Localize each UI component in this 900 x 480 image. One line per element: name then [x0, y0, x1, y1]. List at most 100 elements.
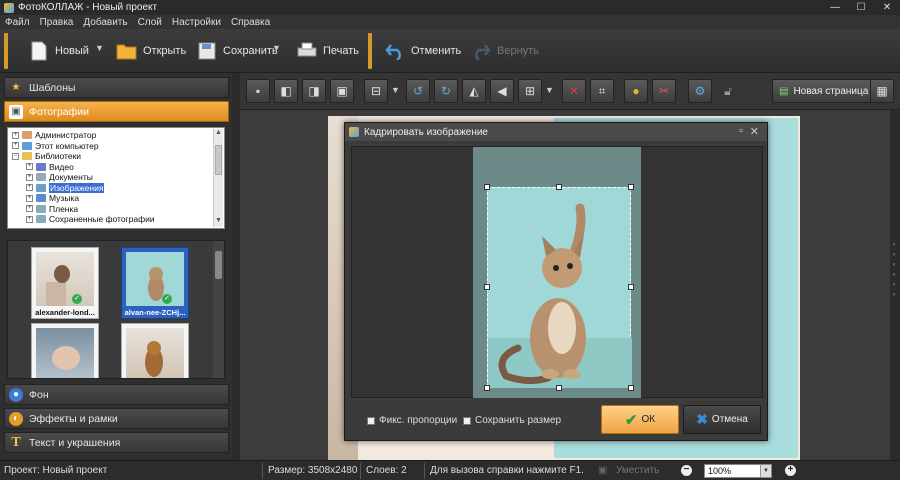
- bring-to-front-icon[interactable]: ▣: [330, 79, 354, 103]
- keep-size-checkbox[interactable]: Сохранить размер: [463, 415, 561, 426]
- menu-add[interactable]: Добавить: [78, 17, 132, 28]
- thumbnail[interactable]: ✓ alvan-nee-ZCHj...: [121, 247, 189, 319]
- flip-vertical-icon[interactable]: ◀: [490, 79, 514, 103]
- color-adjust-icon[interactable]: ●: [624, 79, 648, 103]
- distribute-icon[interactable]: ⊞: [518, 79, 542, 103]
- thumbnail[interactable]: ✓ alexander-lond...: [31, 247, 99, 319]
- toolbar-separator: [368, 33, 372, 69]
- checkbox-box[interactable]: [367, 416, 375, 425]
- save-dropdown-icon[interactable]: ▼: [272, 43, 281, 53]
- cut-icon[interactable]: ✂: [652, 79, 676, 103]
- crop-handle[interactable]: [556, 184, 562, 190]
- crop-frame[interactable]: [487, 187, 632, 388]
- menu-settings[interactable]: Настройки: [167, 17, 226, 28]
- send-to-back-icon[interactable]: ▪: [246, 79, 270, 103]
- cancel-button[interactable]: ✖ Отмена: [683, 405, 761, 434]
- redo-button[interactable]: Вернуть: [470, 35, 539, 67]
- templates-section[interactable]: ★ Шаблоны: [4, 77, 229, 98]
- crop-handle[interactable]: [628, 284, 634, 290]
- tree-item[interactable]: + Видео: [26, 162, 74, 173]
- tree-item[interactable]: + Пленка: [26, 204, 78, 215]
- dialog-close-icon[interactable]: ✕: [750, 125, 759, 138]
- tree-item[interactable]: + Сохраненные фотографии: [26, 214, 155, 225]
- crop-image[interactable]: [473, 147, 641, 398]
- crop-handle[interactable]: [484, 284, 490, 290]
- check-icon: ✓: [162, 294, 172, 304]
- send-backward-icon[interactable]: ◧: [274, 79, 298, 103]
- scroll-thumb[interactable]: [215, 251, 222, 279]
- align-icon[interactable]: ⊟: [364, 79, 388, 103]
- thumbnail[interactable]: [121, 323, 189, 378]
- fit-label[interactable]: Уместить: [616, 465, 659, 476]
- tree-item-label: Видео: [49, 161, 74, 172]
- settings-gear-icon[interactable]: ⚙: [688, 79, 712, 103]
- tree-item[interactable]: + Музыка: [26, 193, 79, 204]
- collapse-icon[interactable]: −: [12, 152, 19, 160]
- expand-icon[interactable]: +: [26, 215, 33, 223]
- crop-icon[interactable]: ⌗: [590, 79, 614, 103]
- open-button[interactable]: Открыть: [116, 35, 186, 67]
- dialog-maximize-icon[interactable]: ▫: [739, 125, 743, 137]
- zoom-select[interactable]: 100% ▼: [704, 464, 772, 478]
- effects-section[interactable]: ◐ Эффекты и рамки: [4, 408, 229, 429]
- print-button[interactable]: Печать: [296, 35, 359, 67]
- text-section[interactable]: T Текст и украшения: [4, 432, 229, 453]
- scroll-thumb[interactable]: [215, 145, 222, 175]
- expand-icon[interactable]: +: [26, 184, 33, 192]
- crop-handle[interactable]: [628, 184, 634, 190]
- tree-item[interactable]: + Администратор: [12, 130, 96, 141]
- crop-handle[interactable]: [484, 184, 490, 190]
- page-settings-icon[interactable]: ▦: [870, 79, 894, 103]
- tree-item[interactable]: − Библиотеки: [12, 151, 81, 162]
- expand-icon[interactable]: +: [26, 205, 33, 213]
- expand-icon[interactable]: +: [26, 163, 33, 171]
- bring-forward-icon[interactable]: ◨: [302, 79, 326, 103]
- rotate-right-icon[interactable]: ↻: [434, 79, 458, 103]
- checkbox-box[interactable]: [463, 416, 471, 425]
- thumbnail[interactable]: [31, 323, 99, 378]
- menu-layer[interactable]: Слой: [133, 17, 167, 28]
- maximize-button[interactable]: ☐: [848, 0, 874, 15]
- tree-scrollbar[interactable]: ▲ ▼: [213, 129, 223, 227]
- tree-item[interactable]: + Документы: [26, 172, 93, 183]
- crop-handle[interactable]: [484, 385, 490, 391]
- lock-icon[interactable]: 🔓︎: [716, 79, 740, 103]
- tree-item-label: Сохраненные фотографии: [49, 214, 155, 225]
- menu-file[interactable]: Файл: [0, 17, 35, 28]
- background-section[interactable]: ● Фон: [4, 384, 229, 405]
- photos-section[interactable]: ▣ Фотографии: [4, 101, 229, 122]
- tree-item[interactable]: + Изображения: [26, 182, 105, 194]
- collapse-icon[interactable]: +: [12, 131, 19, 139]
- crop-handle[interactable]: [628, 385, 634, 391]
- zoom-dropdown-icon[interactable]: ▼: [760, 465, 771, 477]
- edit-toolbar: ▪ ◧ ◨ ▣ ⊟ ▼ ↺ ↻ ◭ ◀ ⊞ ▼ ✕ ⌗ ● ✂ ⚙ 🔓︎ ▤ Н…: [240, 73, 900, 110]
- ok-button[interactable]: ✔ ОК: [601, 405, 679, 434]
- undo-button[interactable]: Отменить: [384, 35, 461, 67]
- panel-toggle-arrows[interactable]: ‹ ‹ ‹ ‹ ‹ ‹: [890, 240, 898, 300]
- scroll-down-icon[interactable]: ▼: [214, 217, 223, 227]
- rotate-left-icon[interactable]: ↺: [406, 79, 430, 103]
- expand-icon[interactable]: +: [26, 194, 33, 202]
- new-button[interactable]: Новый: [28, 35, 89, 67]
- tree-item[interactable]: + Этот компьютер: [12, 141, 99, 152]
- folder-tree: + Администратор + Этот компьютер − Библиоте…: [7, 127, 225, 229]
- delete-icon[interactable]: ✕: [562, 79, 586, 103]
- fixed-ratio-checkbox[interactable]: Фикс. пропорции: [367, 415, 457, 426]
- menu-edit[interactable]: Правка: [35, 17, 79, 28]
- align-dropdown-icon[interactable]: ▼: [391, 85, 400, 95]
- expand-icon[interactable]: +: [12, 142, 19, 150]
- new-page-button[interactable]: ▤ Новая страница: [772, 79, 876, 103]
- new-dropdown-icon[interactable]: ▼: [95, 43, 104, 53]
- distribute-dropdown-icon[interactable]: ▼: [545, 85, 554, 95]
- thumbnails-scrollbar[interactable]: [213, 241, 224, 378]
- minimize-button[interactable]: —: [822, 0, 848, 15]
- flip-horizontal-icon[interactable]: ◭: [462, 79, 486, 103]
- close-button[interactable]: ✕: [874, 0, 900, 15]
- save-button[interactable]: Сохранить: [196, 35, 278, 67]
- crop-handle[interactable]: [556, 385, 562, 391]
- expand-icon[interactable]: +: [26, 173, 33, 181]
- zoom-out-icon[interactable]: −: [681, 465, 692, 476]
- menu-help[interactable]: Справка: [226, 17, 275, 28]
- scroll-up-icon[interactable]: ▲: [214, 129, 223, 139]
- zoom-in-icon[interactable]: +: [785, 465, 796, 476]
